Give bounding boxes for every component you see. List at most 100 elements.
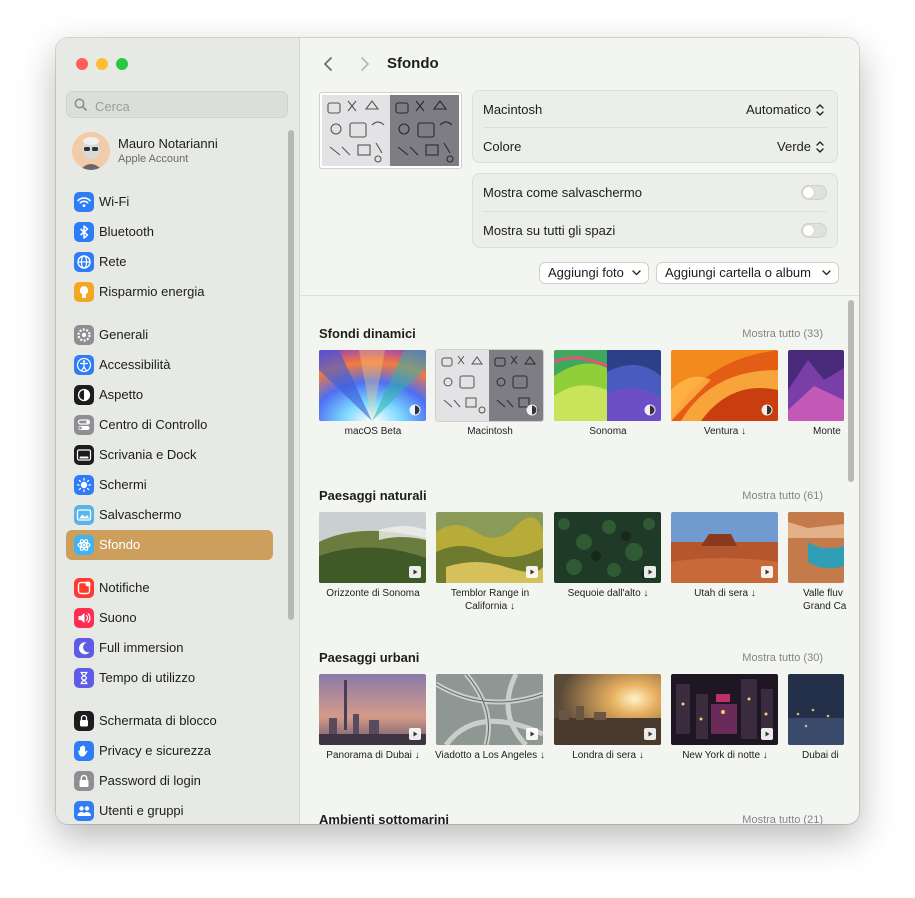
sidebar-item-label: Bluetooth [99, 224, 154, 239]
sidebar-item-appearance[interactable]: Aspetto [66, 380, 273, 410]
row-divider [483, 127, 827, 128]
thumb-label: Sequoie dall'alto ↓ [567, 588, 649, 599]
up-down-chevron-icon[interactable] [815, 103, 825, 117]
zoom-window-button[interactable] [116, 58, 128, 70]
sidebar-item-general[interactable]: Generali [66, 320, 273, 350]
sidebar-scrollbar[interactable] [288, 130, 294, 620]
thumb-label: macOS Beta [344, 426, 402, 437]
sidebar-item-screensaver[interactable]: Salvaschermo [66, 500, 273, 530]
back-button[interactable] [319, 54, 339, 74]
wallpaper-thumb[interactable] [319, 512, 426, 583]
sidebar-item-bluetooth[interactable]: Bluetooth [66, 217, 273, 247]
show-all-button[interactable]: Mostra tutto (33) [709, 328, 823, 340]
wallpaper-thumb[interactable] [788, 512, 844, 583]
wallpaper-thumb[interactable] [554, 674, 661, 745]
sidebar-item-label: Password di login [99, 773, 201, 788]
show-all-button[interactable]: Mostra tutto (61) [709, 490, 823, 502]
wallpaper-thumb[interactable] [554, 512, 661, 583]
all-spaces-toggle[interactable] [801, 223, 827, 238]
screensaver-icon [74, 505, 94, 525]
minimize-window-button[interactable] [96, 58, 108, 70]
sidebar-item-wallpaper[interactable]: Sfondo [66, 530, 273, 560]
dynamic-icon [644, 404, 656, 416]
add-photo-label: Aggiungi foto [548, 265, 624, 280]
wallpaper-thumb[interactable] [319, 674, 426, 745]
apple-account[interactable]: Mauro Notarianni Apple Account [72, 132, 282, 172]
play-icon [761, 728, 773, 740]
play-icon [644, 566, 656, 578]
search-field[interactable] [66, 91, 288, 118]
wallpaper-thumb[interactable] [671, 674, 778, 745]
hourglass-icon [74, 668, 94, 688]
bluetooth-icon [74, 222, 94, 242]
thumb-label: Valle fluv Grand Ca [803, 588, 847, 612]
thumb-label: Ventura ↓ [703, 426, 747, 437]
color-value[interactable]: Verde [777, 139, 811, 154]
add-photo-button[interactable]: Aggiungi foto [539, 262, 649, 284]
screensaver-toggle[interactable] [801, 185, 827, 200]
wallpaper-thumb[interactable] [554, 350, 661, 421]
current-wallpaper-preview [319, 92, 462, 169]
sidebar-item-control-center[interactable]: Centro di Controllo [66, 410, 273, 440]
sidebar-item-label: Schermi [99, 477, 147, 492]
screensaver-option-label: Mostra come salvaschermo [483, 185, 642, 200]
sidebar-item-label: Centro di Controllo [99, 417, 208, 432]
sidebar-item-login-password[interactable]: Password di login [66, 766, 273, 796]
add-folder-button[interactable]: Aggiungi cartella o album [656, 262, 839, 284]
wallpaper-thumb[interactable] [435, 349, 544, 422]
wallpaper-thumb[interactable] [671, 350, 778, 421]
settings-window: Mauro Notarianni Apple Account Wi-Fi Blu… [56, 38, 859, 824]
sidebar-item-notifications[interactable]: Notifiche [66, 573, 273, 603]
avatar [72, 132, 110, 170]
play-icon [409, 728, 421, 740]
show-all-button[interactable]: Mostra tutto (21) [709, 814, 823, 824]
thumb-label: Orizzonte di Sonoma [326, 588, 420, 599]
forward-button[interactable] [354, 54, 374, 74]
sidebar-item-sound[interactable]: Suono [66, 603, 273, 633]
wallpaper-thumb[interactable] [319, 350, 426, 421]
search-icon [74, 98, 87, 111]
sidebar-item-energy[interactable]: Risparmio energia [66, 277, 273, 307]
up-down-chevron-icon[interactable] [815, 140, 825, 154]
sidebar-item-focus[interactable]: Full immersion [66, 633, 273, 663]
thumb-label: Macintosh [467, 426, 513, 437]
globe-icon [74, 252, 94, 272]
sidebar-item-accessibility[interactable]: Accessibilità [66, 350, 273, 380]
search-input[interactable] [93, 95, 287, 117]
wallpaper-thumb[interactable] [436, 512, 543, 583]
gallery-scrollbar[interactable] [848, 300, 854, 482]
dynamic-icon [526, 404, 538, 416]
sidebar: Mauro Notarianni Apple Account Wi-Fi Blu… [56, 38, 300, 824]
section-title: Ambienti sottomarini [319, 812, 450, 824]
show-all-button[interactable]: Mostra tutto (30) [709, 652, 823, 664]
sidebar-item-label: Rete [99, 254, 127, 269]
sidebar-item-displays[interactable]: Schermi [66, 470, 273, 500]
section-title: Paesaggi naturali [319, 488, 427, 503]
play-icon [761, 566, 773, 578]
sidebar-item-wifi[interactable]: Wi-Fi [66, 187, 273, 217]
appearance-icon [74, 385, 94, 405]
all-spaces-option-label: Mostra su tutti gli spazi [483, 223, 616, 238]
sidebar-item-privacy[interactable]: Privacy e sicurezza [66, 736, 273, 766]
sidebar-item-network[interactable]: Rete [66, 247, 273, 277]
wallpaper-settings-group: Macintosh Automatico Colore Verde [472, 90, 838, 163]
wallpaper-thumb[interactable] [788, 350, 844, 421]
sidebar-item-screen-time[interactable]: Tempo di utilizzo [66, 663, 273, 693]
sidebar-item-label: Scrivania e Dock [99, 447, 197, 462]
wallpaper-mode-value[interactable]: Automatico [746, 102, 811, 117]
close-window-button[interactable] [76, 58, 88, 70]
wallpaper-thumb[interactable] [436, 674, 543, 745]
wallpaper-thumb[interactable] [788, 674, 844, 745]
wallpaper-gallery: Sfondi dinamici Mostra tutto (33) macOS … [299, 296, 859, 824]
sidebar-item-users-groups[interactable]: Utenti e gruppi [66, 796, 273, 824]
sidebar-item-desktop-dock[interactable]: Scrivania e Dock [66, 440, 273, 470]
main-pane: Sfondo Macintosh Automatico Colore Verde… [299, 38, 859, 824]
sidebar-item-lock-screen[interactable]: Schermata di blocco [66, 706, 273, 736]
sidebar-item-label: Utenti e gruppi [99, 803, 184, 818]
chevron-right-icon [361, 57, 369, 71]
thumb-label: Sonoma [589, 426, 627, 437]
thumb-label: Utah di sera ↓ [694, 588, 756, 599]
lock-icon [74, 711, 94, 731]
wallpaper-thumb[interactable] [671, 512, 778, 583]
sidebar-item-label: Risparmio energia [99, 284, 205, 299]
